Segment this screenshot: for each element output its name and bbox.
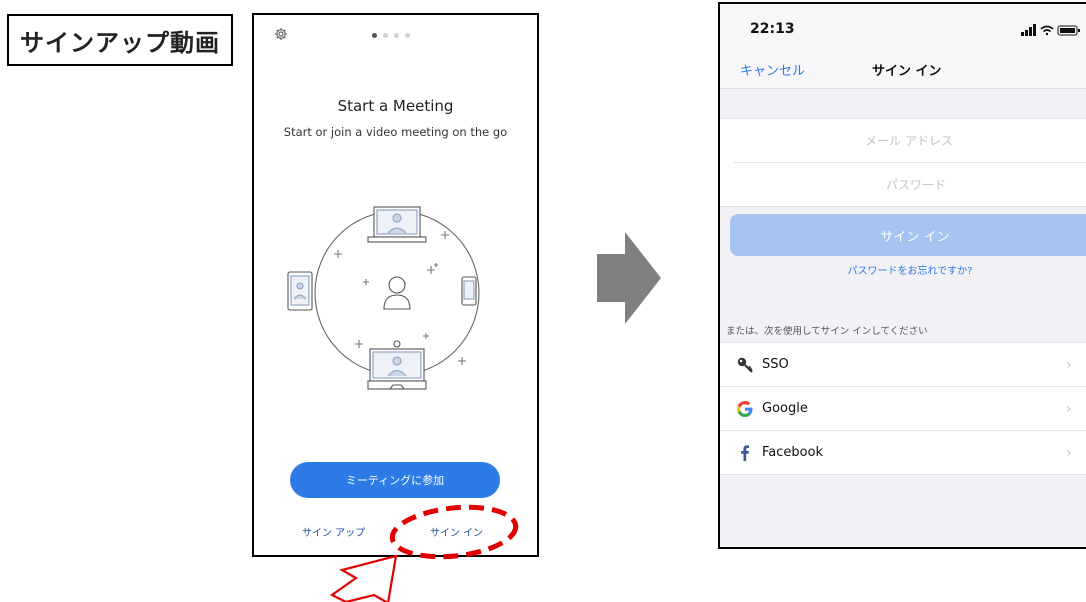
chevron-right-icon: › <box>1066 445 1072 461</box>
sign-in-link[interactable]: サイン イン <box>430 524 483 539</box>
password-field[interactable]: パスワード <box>734 162 1086 206</box>
page-dot <box>394 33 399 38</box>
facebook-icon <box>730 444 760 462</box>
signal-icon <box>1021 24 1036 36</box>
chevron-right-icon: › <box>1066 357 1072 373</box>
page-indicator <box>372 33 410 38</box>
google-label: Google <box>762 401 808 416</box>
sso-option[interactable]: SSO › <box>720 343 1086 386</box>
sso-label: SSO <box>762 357 789 372</box>
chevron-right-icon: › <box>1066 401 1072 417</box>
nav-title: サイン イン <box>872 64 942 79</box>
facebook-option[interactable]: Facebook › <box>720 430 1086 474</box>
google-option[interactable]: Google › <box>720 386 1086 430</box>
page-dot <box>405 33 410 38</box>
pointer-arrow-icon <box>329 554 398 602</box>
nav-bar: キャンセル サイン イン <box>720 50 1086 89</box>
section-label-text: サインアップ動画 <box>20 28 220 57</box>
status-bar: 22:13 <box>720 4 1086 50</box>
gear-icon[interactable] <box>274 26 288 40</box>
join-meeting-button[interactable]: ミーティングに参加 <box>290 462 500 498</box>
sign-in-button-label: サイン イン <box>880 229 950 245</box>
onboarding-screen: Start a Meeting Start or join a video me… <box>252 13 539 557</box>
page-dot <box>383 33 388 38</box>
battery-icon <box>1057 25 1080 36</box>
alt-signin-label: または、次を使用してサイン インしてください <box>726 326 928 337</box>
join-meeting-label: ミーティングに参加 <box>345 474 445 487</box>
cancel-button[interactable]: キャンセル <box>740 60 805 79</box>
credentials-form: メール アドレス パスワード <box>720 118 1086 207</box>
page-dot <box>372 33 377 38</box>
sign-up-link[interactable]: サイン アップ <box>302 524 365 539</box>
tablet-icon <box>287 271 313 311</box>
key-icon <box>730 356 760 374</box>
sign-in-button[interactable]: サイン イン <box>730 214 1086 256</box>
person-icon <box>383 276 411 310</box>
onboarding-title: Start a Meeting <box>337 97 454 115</box>
section-label: サインアップ動画 <box>7 14 233 66</box>
facebook-label: Facebook <box>762 445 824 460</box>
laptop-icon <box>367 206 427 243</box>
onboarding-subtitle: Start or join a video meeting on the go <box>283 125 508 139</box>
forgot-password-link[interactable]: パスワードをお忘れですか? <box>720 262 1086 277</box>
alt-signin-list: SSO › Google › Facebook › <box>720 342 1086 475</box>
status-time: 22:13 <box>750 21 795 37</box>
status-icons <box>1021 24 1080 36</box>
phone-icon <box>461 276 477 306</box>
monitor-icon <box>367 340 427 390</box>
google-icon <box>730 400 760 418</box>
signin-screen: 22:13 キャンセル サイン イン メール アドレス パスワード サイン イン <box>718 2 1086 549</box>
email-field[interactable]: メール アドレス <box>720 119 1086 162</box>
wifi-icon <box>1040 25 1054 36</box>
next-arrow-icon <box>597 232 661 324</box>
meeting-illustration <box>287 206 480 390</box>
